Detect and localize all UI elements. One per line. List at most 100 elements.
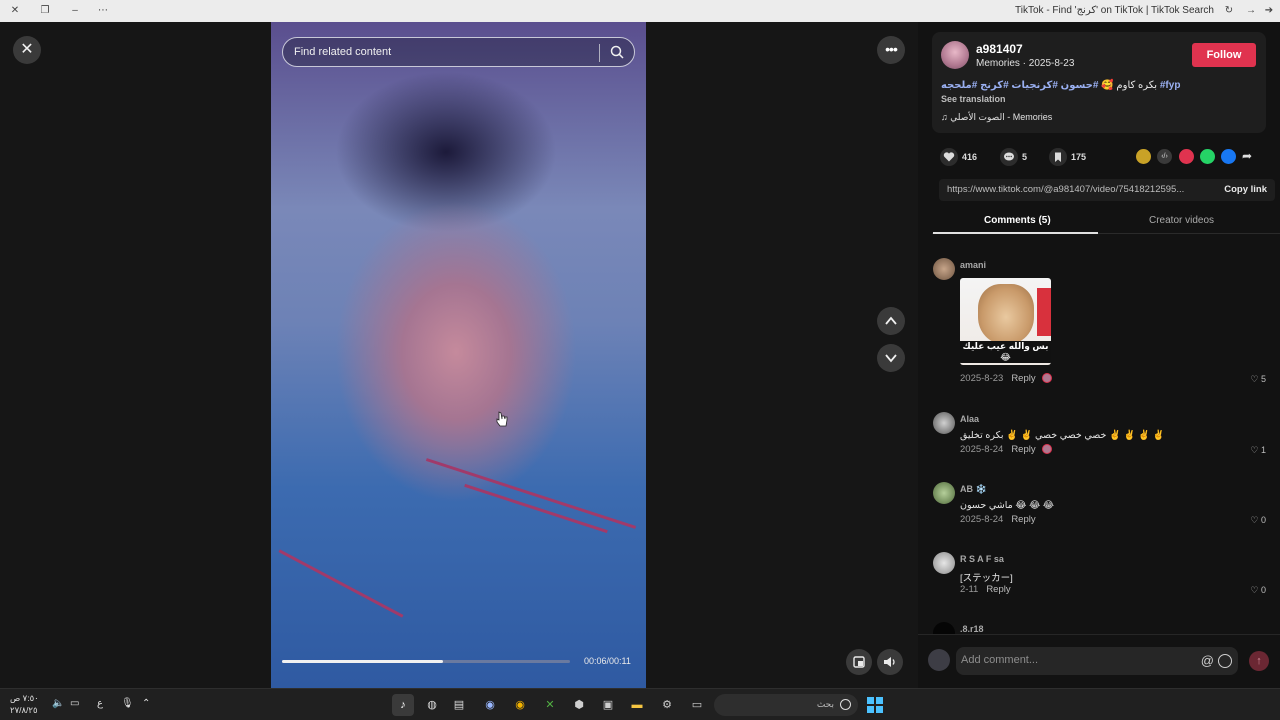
embed-icon[interactable]: ‹/› bbox=[1157, 149, 1172, 164]
whatsapp-icon[interactable] bbox=[1200, 149, 1215, 164]
video-progress-bar[interactable] bbox=[282, 660, 570, 663]
comment-like-button[interactable]: ♡ 5 bbox=[1250, 374, 1266, 385]
video-stage: ✕ Find related content 00:06/00:11 ••• bbox=[0, 22, 918, 688]
commenter-avatar[interactable] bbox=[933, 482, 955, 504]
commenter-name[interactable]: AB ❄️ bbox=[960, 484, 987, 495]
reload-icon[interactable]: ↻ bbox=[1222, 4, 1236, 18]
video-url[interactable]: https://www.tiktok.com/@a981407/video/75… bbox=[947, 184, 1193, 195]
app-icon[interactable]: ⬢ bbox=[568, 694, 590, 716]
post-comment-button[interactable]: ↑ bbox=[1249, 651, 1269, 671]
creator-liked-badge bbox=[1041, 444, 1052, 455]
speaker-icon bbox=[884, 657, 895, 667]
comment-like-button[interactable]: ♡ 0 bbox=[1250, 585, 1266, 596]
commenter-name[interactable]: amani bbox=[960, 260, 986, 270]
save-count: 175 bbox=[1071, 152, 1087, 162]
chrome-app-icon[interactable]: ◉ bbox=[509, 694, 531, 716]
video-player[interactable]: Find related content 00:06/00:11 bbox=[271, 22, 646, 688]
taskbar-search-label: بحث bbox=[816, 699, 834, 709]
share-arrow-icon[interactable]: ➦ bbox=[1242, 149, 1257, 164]
caption-text: بكره كاوم 🥰 bbox=[1101, 80, 1158, 91]
commenter-avatar[interactable] bbox=[933, 552, 955, 574]
more-options-button[interactable]: ••• bbox=[877, 36, 905, 64]
add-comment-input[interactable]: Add comment... @ bbox=[956, 647, 1238, 675]
volume-tray-icon[interactable]: 🔈 bbox=[52, 698, 64, 709]
language-indicator[interactable]: ع bbox=[97, 698, 103, 709]
coin-share-icon[interactable] bbox=[1136, 149, 1151, 164]
commenter-name[interactable]: R S A F sa bbox=[960, 554, 1004, 564]
minimize-window-icon[interactable]: – bbox=[68, 4, 82, 18]
steam-app-icon[interactable]: ◉ bbox=[479, 694, 501, 716]
xbox-app-icon[interactable]: ✕ bbox=[539, 694, 561, 716]
next-video-button[interactable] bbox=[877, 344, 905, 372]
tray-clock[interactable]: ٧:٥٠ ص ٢٧/٨/٢٥ bbox=[10, 692, 39, 716]
copy-link-button[interactable]: Copy link bbox=[1224, 184, 1267, 195]
tab-creator-videos[interactable]: Creator videos bbox=[1149, 215, 1214, 226]
volume-button[interactable] bbox=[877, 649, 903, 675]
video-frame-detail bbox=[464, 483, 608, 534]
commenter-avatar[interactable] bbox=[933, 412, 955, 434]
active-tab-indicator bbox=[933, 232, 1098, 234]
post-caption: بكره كاوم 🥰 #حسون #كرنجيات #كرنج #ملحجه … bbox=[941, 80, 1241, 91]
more-menu-icon[interactable]: ⋯ bbox=[96, 4, 110, 18]
mention-icon[interactable]: @ bbox=[1201, 653, 1214, 668]
show-hidden-icons-icon[interactable]: ⌃ bbox=[142, 698, 150, 709]
related-content-search[interactable]: Find related content bbox=[282, 37, 635, 67]
previous-video-button[interactable] bbox=[877, 307, 905, 335]
close-window-icon[interactable]: ✕ bbox=[8, 4, 22, 18]
copy-link-row: https://www.tiktok.com/@a981407/video/75… bbox=[939, 179, 1275, 201]
comment-sticker-image[interactable]: بس والله عيب عليك 😂 bbox=[960, 278, 1051, 365]
creator-username[interactable]: a981407 bbox=[976, 42, 1023, 56]
app-icon[interactable]: ◍ bbox=[421, 694, 443, 716]
restore-window-icon[interactable]: ❐ bbox=[38, 4, 52, 18]
floating-player-button[interactable] bbox=[846, 649, 872, 675]
picture-in-picture-icon bbox=[853, 656, 865, 668]
microphone-tray-icon[interactable]: 🎙 bbox=[121, 698, 134, 709]
video-time: 00:06/00:11 bbox=[584, 656, 631, 666]
save-button[interactable]: 175 bbox=[1049, 148, 1086, 166]
comment-text: [ステッカー] bbox=[960, 573, 1013, 584]
settings-app-icon[interactable]: ⚙ bbox=[656, 694, 678, 716]
close-player-button[interactable]: ✕ bbox=[13, 36, 41, 64]
emoji-icon[interactable] bbox=[1218, 654, 1232, 668]
clock-time: ٧:٥٠ ص bbox=[10, 693, 39, 703]
see-translation-link[interactable]: See translation bbox=[941, 94, 1006, 104]
search-placeholder: Find related content bbox=[294, 46, 392, 58]
facebook-icon[interactable] bbox=[1221, 149, 1236, 164]
comment-button[interactable]: 5 bbox=[1000, 148, 1027, 166]
comment-like-button[interactable]: ♡ 0 bbox=[1250, 515, 1266, 526]
comment-list[interactable]: amani بس والله عيب عليك 😂 2025-8-23 Reply… bbox=[932, 250, 1280, 634]
store-app-icon[interactable]: ▣ bbox=[597, 694, 619, 716]
tiktok-app-icon[interactable]: ♪ bbox=[392, 694, 414, 716]
network-tray-icon[interactable]: ▭ bbox=[70, 698, 79, 709]
reply-button[interactable]: Reply bbox=[986, 584, 1010, 595]
taskbar-search[interactable]: بحث bbox=[714, 694, 858, 716]
comment-like-button[interactable]: ♡ 1 bbox=[1250, 445, 1266, 456]
creator-avatar[interactable] bbox=[941, 41, 969, 69]
commenter-name[interactable]: .8.r18 bbox=[960, 624, 984, 634]
reply-button[interactable]: Reply bbox=[1011, 514, 1035, 525]
search-icon[interactable] bbox=[610, 45, 624, 59]
like-button[interactable]: 416 bbox=[940, 148, 977, 166]
comment-item: Alaa خصي خصي خصي ✌️ ✌️ بكره تخليق ✌️ ✌️ … bbox=[932, 404, 1266, 470]
reply-button[interactable]: Reply bbox=[1011, 373, 1035, 384]
video-progress-fill bbox=[282, 660, 444, 663]
start-windows-icon[interactable] bbox=[867, 697, 883, 713]
commenter-avatar[interactable] bbox=[933, 622, 955, 634]
tab-comments[interactable]: Comments (5) bbox=[984, 215, 1051, 226]
mouse-cursor-icon bbox=[496, 411, 508, 427]
back-icon[interactable]: ➔ bbox=[1262, 4, 1276, 18]
comment-date: 2025-8-24 bbox=[960, 444, 1004, 455]
commenter-avatar[interactable] bbox=[933, 258, 955, 280]
task-view-icon[interactable]: ▭ bbox=[686, 694, 708, 716]
comment-date: 2025-8-23 bbox=[960, 373, 1004, 384]
user-avatar[interactable] bbox=[928, 649, 950, 671]
forward-icon[interactable]: → bbox=[1244, 4, 1258, 18]
reply-button[interactable]: Reply bbox=[1011, 444, 1035, 455]
send-to-friends-icon[interactable] bbox=[1179, 149, 1194, 164]
music-info[interactable]: ♫ الصوت الأصلي - Memories bbox=[941, 112, 1052, 123]
commenter-name[interactable]: Alaa bbox=[960, 414, 979, 424]
notepad-app-icon[interactable]: ▤ bbox=[448, 694, 470, 716]
follow-button[interactable]: Follow bbox=[1192, 43, 1256, 67]
comment-meta: 2025-8-24 Reply bbox=[960, 514, 1036, 525]
file-explorer-icon[interactable]: ▬ bbox=[626, 694, 648, 716]
